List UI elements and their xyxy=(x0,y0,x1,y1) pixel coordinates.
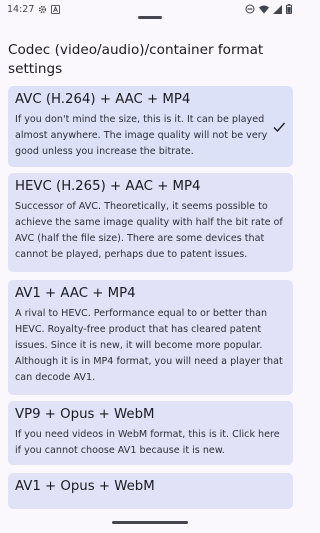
option-description: If you don't mind the size, this is it. … xyxy=(15,114,268,157)
option-av1-opus-webm[interactable]: AV1 + Opus + WebM xyxy=(8,473,293,509)
option-title: AV1 + AAC + MP4 xyxy=(15,286,136,301)
option-description: A rival to HEVC. Performance equal to or… xyxy=(15,308,283,383)
bottom-sheet-drag-handle[interactable] xyxy=(138,16,162,19)
gesture-navigation-handle[interactable] xyxy=(112,521,188,524)
option-av1-aac-mp4[interactable]: AV1 + AAC + MP4 A rival to HEVC. Perform… xyxy=(8,280,293,395)
option-title: HEVC (H.265) + AAC + MP4 xyxy=(15,179,201,194)
font-a-icon xyxy=(51,4,61,14)
wifi-icon xyxy=(259,5,269,14)
status-time: 14:27 xyxy=(7,3,35,15)
battery-icon xyxy=(286,4,292,14)
option-title: AVC (H.264) + AAC + MP4 xyxy=(15,92,191,107)
settings-gear-icon xyxy=(38,5,47,14)
option-vp9-opus-webm[interactable]: VP9 + Opus + WebM If you need videos in … xyxy=(8,401,293,465)
option-description: If you need videos in WebM format, this … xyxy=(15,429,280,456)
option-title: VP9 + Opus + WebM xyxy=(15,407,155,422)
cell-signal-icon xyxy=(273,4,282,14)
option-description: Successor of AVC. Theoretically, it seem… xyxy=(15,201,283,260)
option-hevc-aac-mp4[interactable]: HEVC (H.265) + AAC + MP4 Successor of AV… xyxy=(8,173,293,272)
status-right xyxy=(245,4,292,14)
option-avc-aac-mp4[interactable]: AVC (H.264) + AAC + MP4 If you don't min… xyxy=(8,86,293,167)
check-icon xyxy=(272,119,286,133)
sheet-title: Codec (video/audio)/container format set… xyxy=(8,42,264,77)
option-title: AV1 + Opus + WebM xyxy=(15,479,155,494)
status-left: 14:27 xyxy=(7,3,61,15)
dnd-icon xyxy=(245,4,255,14)
